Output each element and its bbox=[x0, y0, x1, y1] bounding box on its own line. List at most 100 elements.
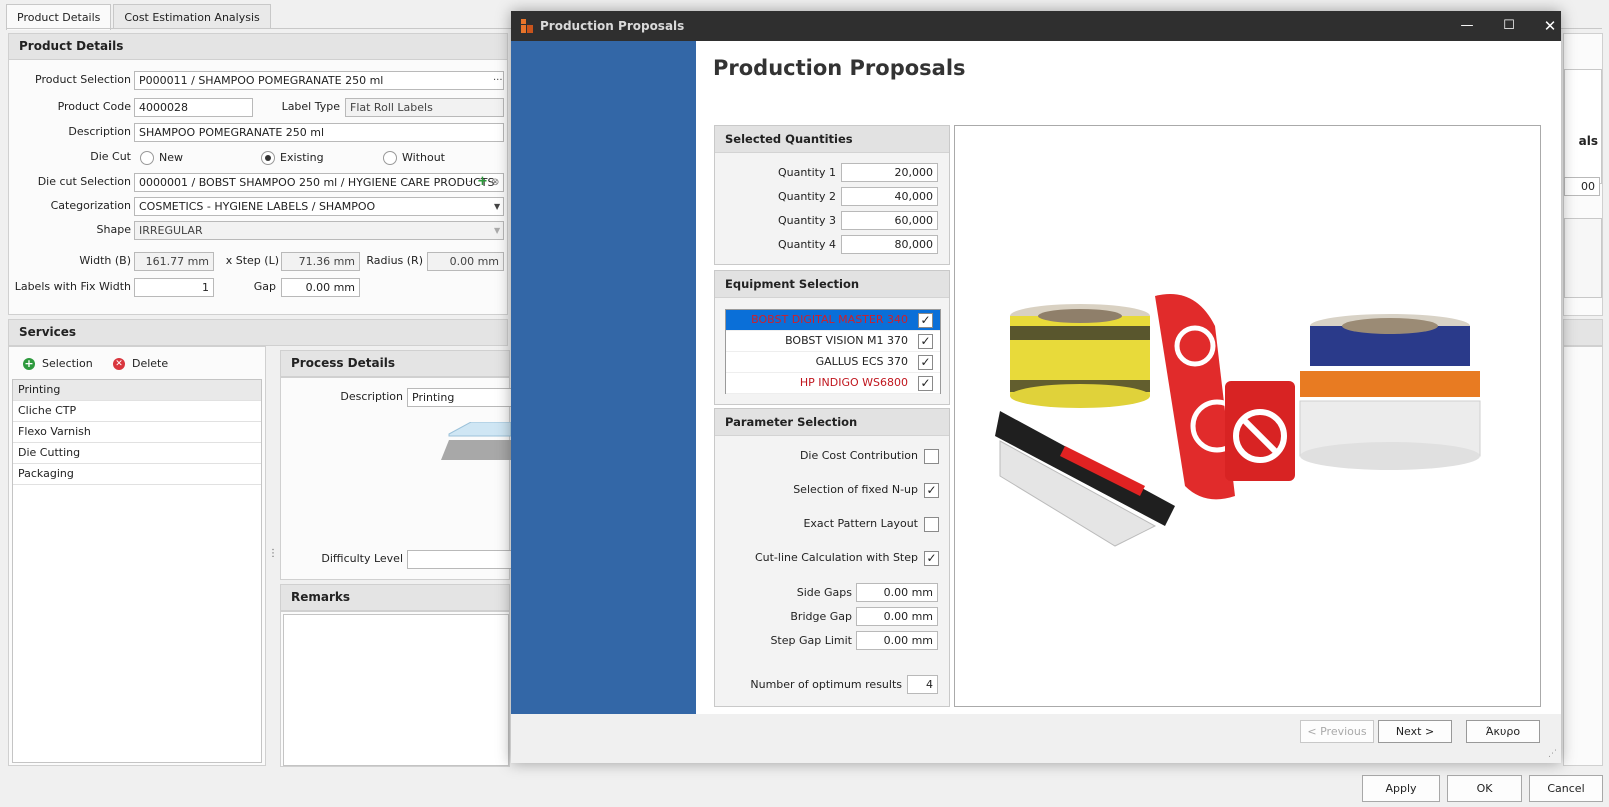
process-details-header: Process Details bbox=[280, 350, 510, 377]
parameter-selection-header: Parameter Selection bbox=[715, 409, 949, 436]
next-button[interactable]: Next > bbox=[1378, 720, 1452, 743]
die-cut-selection-field[interactable]: 0000001 / BOBST SHAMPOO 250 ml / HYGIENE… bbox=[134, 173, 504, 192]
bridge-gap-field[interactable]: 0.00 mm bbox=[856, 607, 938, 626]
add-circle-icon: + bbox=[23, 356, 35, 370]
resize-grip-icon[interactable]: ⋰ bbox=[1548, 749, 1557, 759]
dialog-titlebar[interactable]: Production Proposals — ☐ ✕ bbox=[511, 11, 1561, 41]
radius-field: 0.00 mm bbox=[427, 252, 504, 271]
equipment-row-gallus[interactable]: GALLUS ECS 370 ✓ bbox=[726, 352, 940, 373]
quantity-4-label: Quantity 4 bbox=[777, 238, 836, 251]
step-gap-field[interactable]: 0.00 mm bbox=[856, 631, 938, 650]
cancel-button[interactable]: Cancel bbox=[1529, 775, 1603, 802]
die-cut-existing-label: Existing bbox=[280, 151, 324, 164]
categorization-label: Categorization bbox=[50, 199, 131, 212]
list-item[interactable]: Die Cutting bbox=[13, 443, 261, 464]
delete-button[interactable]: ✕ Delete bbox=[113, 357, 168, 370]
shape-dropdown: IRREGULAR bbox=[134, 221, 504, 240]
exact-pattern-label: Exact Pattern Layout bbox=[803, 517, 918, 530]
equipment-row-bobst-vision[interactable]: BOBST VISION M1 370 ✓ bbox=[726, 331, 940, 352]
right-summary-text: als bbox=[1578, 134, 1598, 148]
description-field[interactable]: SHAMPOO POMEGRANATE 250 ml bbox=[134, 123, 504, 142]
equipment-checkbox[interactable]: ✓ bbox=[918, 313, 933, 328]
app-logo-icon bbox=[521, 19, 533, 33]
side-gaps-field[interactable]: 0.00 mm bbox=[856, 583, 938, 602]
close-icon[interactable]: ✕ bbox=[1530, 11, 1570, 41]
add-icon[interactable]: + bbox=[477, 173, 488, 190]
product-code-field[interactable]: 4000028 bbox=[134, 98, 253, 117]
list-item[interactable]: Cliche CTP bbox=[13, 401, 261, 422]
cutline-label: Cut-line Calculation with Step bbox=[754, 551, 918, 564]
services-panel: + Selection ✕ Delete Printing Cliche CTP… bbox=[8, 346, 266, 766]
quantity-1-field[interactable]: 20,000 bbox=[841, 163, 938, 182]
difficulty-label: Difficulty Level bbox=[321, 552, 403, 565]
selection-button[interactable]: + Selection bbox=[23, 357, 93, 370]
fixed-nup-label: Selection of fixed N-up bbox=[793, 483, 918, 496]
label-type-field: Flat Roll Labels bbox=[345, 98, 504, 117]
die-cut-without-radio[interactable] bbox=[383, 151, 397, 165]
side-gaps-label: Side Gaps bbox=[796, 586, 852, 599]
remarks-textarea[interactable] bbox=[283, 614, 509, 766]
fix-width-field[interactable]: 1 bbox=[134, 278, 214, 297]
list-item[interactable]: Flexo Varnish bbox=[13, 422, 261, 443]
maximize-icon[interactable]: ☐ bbox=[1489, 11, 1529, 41]
quantity-3-label: Quantity 3 bbox=[777, 214, 836, 227]
quantity-1-label: Quantity 1 bbox=[777, 166, 836, 179]
minimize-icon[interactable]: — bbox=[1447, 11, 1487, 41]
equipment-label: BOBST VISION M1 370 bbox=[785, 334, 908, 347]
equipment-checkbox[interactable]: ✓ bbox=[918, 355, 933, 370]
list-item[interactable]: Printing bbox=[13, 380, 261, 401]
right-scroll-area[interactable] bbox=[1564, 218, 1602, 298]
fixed-nup-checkbox[interactable]: ✓ bbox=[924, 483, 939, 498]
apply-button[interactable]: Apply bbox=[1362, 775, 1440, 802]
gap-field[interactable]: 0.00 mm bbox=[281, 278, 360, 297]
equipment-selection-group: Equipment Selection BOBST DIGITAL MASTER… bbox=[714, 270, 950, 405]
remarks-panel bbox=[280, 611, 510, 767]
process-description-field[interactable]: Printing bbox=[407, 388, 517, 407]
cutline-checkbox[interactable]: ✓ bbox=[924, 551, 939, 566]
die-cost-label: Die Cost Contribution bbox=[799, 449, 918, 462]
tab-product-details[interactable]: Product Details bbox=[6, 4, 112, 30]
exact-pattern-checkbox[interactable] bbox=[924, 517, 939, 532]
dialog-content: Production Proposals Selected Quantities… bbox=[696, 41, 1561, 714]
equipment-checkbox[interactable]: ✓ bbox=[918, 334, 933, 349]
step-label: x Step (L) bbox=[225, 254, 279, 267]
quantity-2-field[interactable]: 40,000 bbox=[841, 187, 938, 206]
step-field: 71.36 mm bbox=[281, 252, 360, 271]
splitter-handle[interactable]: ⋮ bbox=[268, 548, 278, 559]
product-selection-ellipsis-button[interactable]: ··· bbox=[493, 72, 503, 89]
tab-cost-estimation[interactable]: Cost Estimation Analysis bbox=[113, 4, 271, 29]
die-cut-new-radio[interactable] bbox=[140, 151, 154, 165]
product-details-header: Product Details bbox=[8, 33, 508, 60]
equipment-selection-header: Equipment Selection bbox=[715, 271, 949, 298]
equipment-label: GALLUS ECS 370 bbox=[815, 355, 908, 368]
product-selection-label: Product Selection bbox=[35, 73, 131, 86]
die-cost-checkbox[interactable] bbox=[924, 449, 939, 464]
right-value-field[interactable]: 00 bbox=[1564, 177, 1600, 196]
equipment-row-bobst-digital-master[interactable]: BOBST DIGITAL MASTER 340 ✓ bbox=[726, 310, 940, 331]
chevron-down-icon[interactable]: ▼ bbox=[494, 198, 500, 215]
optimum-results-field[interactable]: 4 bbox=[907, 675, 938, 694]
equipment-row-hp-indigo[interactable]: HP INDIGO WS6800 ✓ bbox=[726, 373, 940, 394]
dialog-cancel-button[interactable]: Άκυρο bbox=[1466, 720, 1540, 743]
equipment-label: BOBST DIGITAL MASTER 340 bbox=[751, 313, 908, 326]
clear-icon[interactable]: ⊗ bbox=[491, 174, 499, 191]
description-label: Description bbox=[68, 125, 131, 138]
remarks-header: Remarks bbox=[280, 584, 510, 611]
product-selection-field[interactable]: P000011 / SHAMPOO POMEGRANATE 250 ml bbox=[134, 71, 504, 90]
delete-circle-icon: ✕ bbox=[113, 357, 125, 370]
die-cut-ellipsis-button[interactable]: ··· bbox=[462, 174, 472, 191]
quantity-3-field[interactable]: 60,000 bbox=[841, 211, 938, 230]
equipment-checkbox[interactable]: ✓ bbox=[918, 376, 933, 391]
difficulty-field[interactable] bbox=[407, 550, 517, 569]
die-cut-existing-radio[interactable] bbox=[261, 151, 275, 165]
list-item[interactable]: Packaging bbox=[13, 464, 261, 485]
radius-label: Radius (R) bbox=[366, 254, 423, 267]
previous-button[interactable]: < Previous bbox=[1300, 720, 1374, 743]
main-tabs: Product Details Cost Estimation Analysis bbox=[6, 4, 273, 30]
quantity-4-field[interactable]: 80,000 bbox=[841, 235, 938, 254]
ok-button[interactable]: OK bbox=[1447, 775, 1522, 802]
categorization-dropdown[interactable]: COSMETICS - HYGIENE LABELS / SHAMPOO bbox=[134, 197, 504, 216]
dialog-title: Production Proposals bbox=[540, 19, 685, 33]
width-label: Width (B) bbox=[79, 254, 131, 267]
product-code-label: Product Code bbox=[57, 100, 131, 113]
